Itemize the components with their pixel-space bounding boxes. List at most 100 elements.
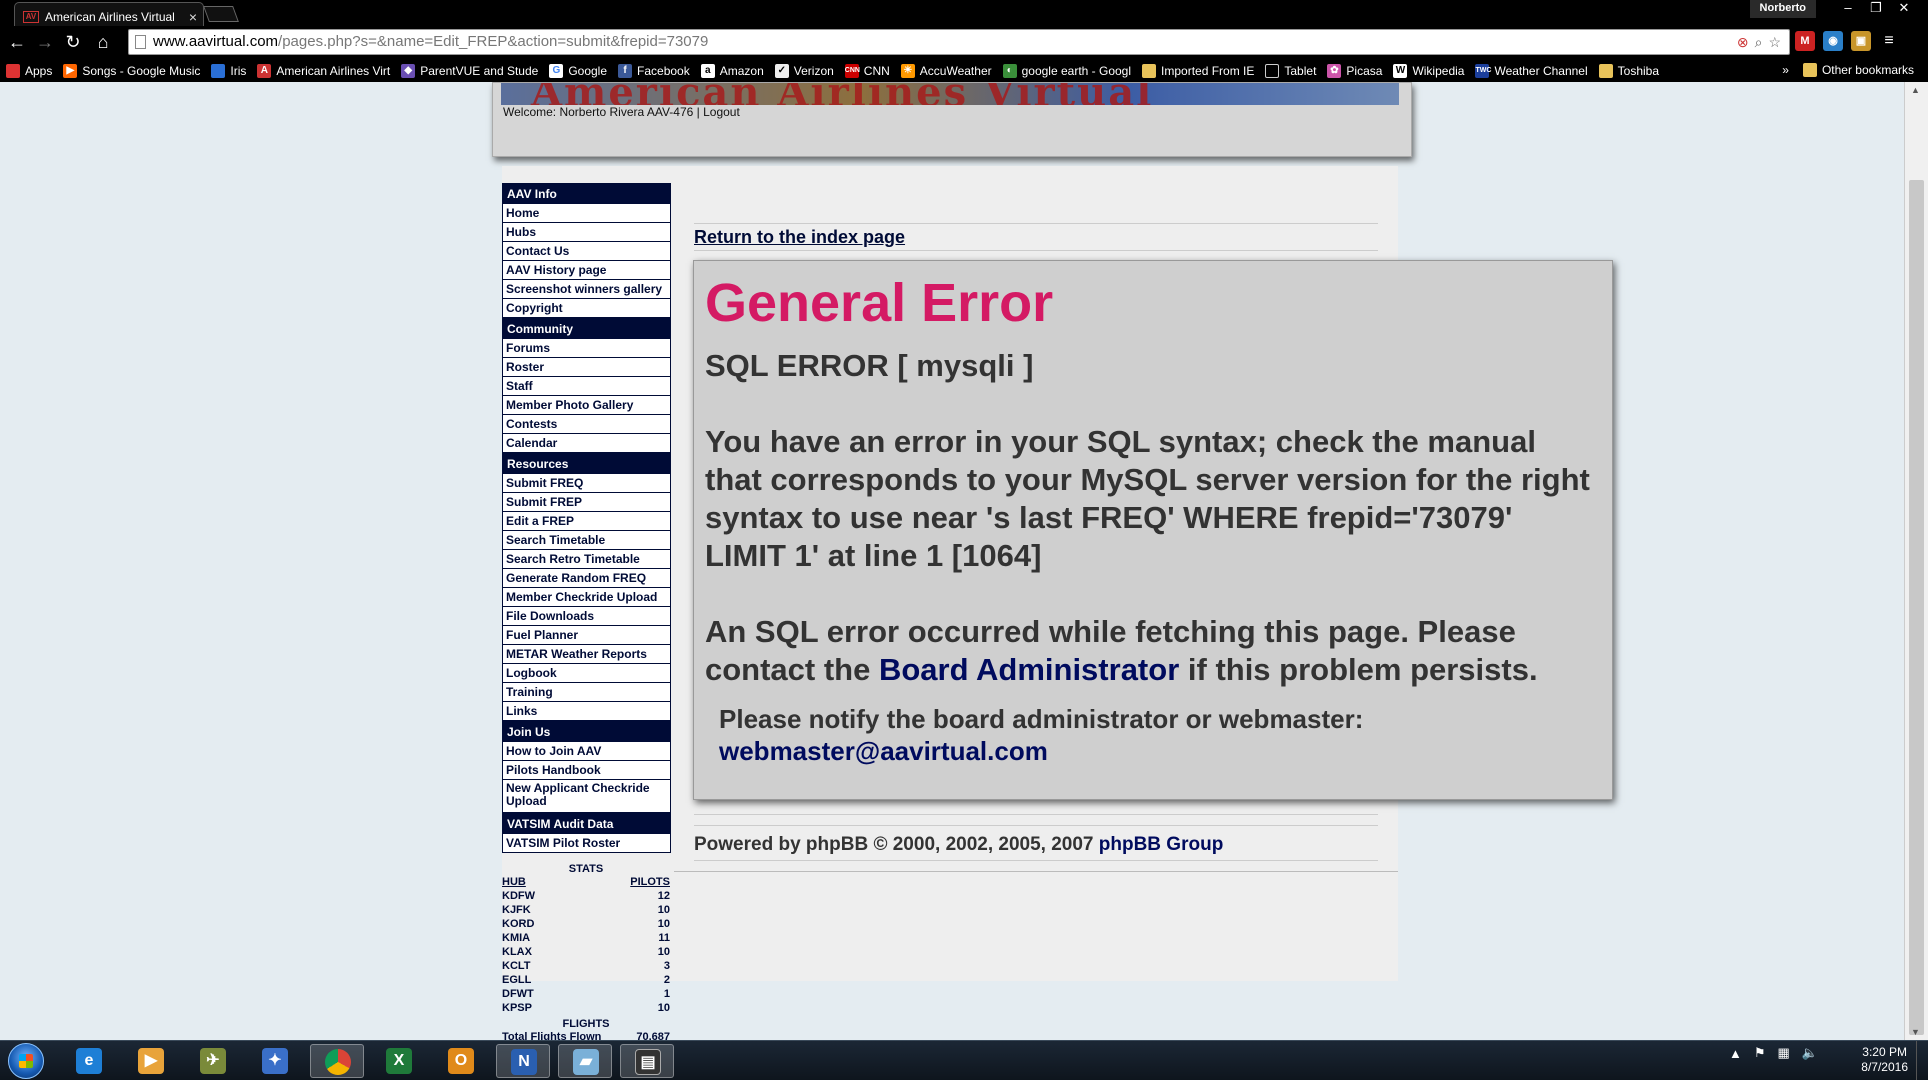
sidebar-item-checkride-upload[interactable]: Member Checkride Upload [502,588,671,607]
network-icon[interactable]: ▦ [1778,1045,1790,1061]
forward-arrow-icon[interactable]: → [34,31,56,53]
sidebar-item-search-timetable[interactable]: Search Timetable [502,531,671,550]
sidebar-item-submit-frep[interactable]: Submit FREP [502,493,671,512]
blocked-popup-icon[interactable]: ⊗ [1737,34,1749,51]
taskbar-excel[interactable]: X [372,1044,426,1078]
tray-expand-icon[interactable]: ▲ [1729,1046,1742,1061]
show-desktop-button[interactable] [1916,1041,1928,1080]
taskbar-onenote[interactable]: N [496,1044,550,1078]
phpbb-group-link[interactable]: phpBB Group [1099,834,1224,855]
return-to-index-link[interactable]: Return to the index page [694,227,905,248]
home-icon[interactable]: ⌂ [92,31,114,53]
sidebar-item-logbook[interactable]: Logbook [502,664,671,683]
bookmark-weather-channel[interactable]: TWC Weather Channel [1475,63,1588,78]
reload-icon[interactable]: ↻ [62,31,84,53]
taskbar-notebook[interactable]: ▰ [558,1044,612,1078]
sidebar-item-vatsim-pilot-roster[interactable]: VATSIM Pilot Roster [502,834,671,853]
bookmark-tablet[interactable]: Tablet [1265,63,1316,78]
bookmark-wikipedia[interactable]: W Wikipedia [1393,63,1464,78]
sidebar-item-search-retro-timetable[interactable]: Search Retro Timetable [502,550,671,569]
scroll-down-icon[interactable]: ▼ [1911,1027,1920,1037]
bookmark-amazon[interactable]: a Amazon [700,63,764,78]
sidebar-item-contests[interactable]: Contests [502,415,671,434]
bookmark-toshiba[interactable]: Toshiba [1598,63,1659,78]
bookmark-iris[interactable]: Iris [211,63,246,78]
restore-icon[interactable]: ❐ [1862,0,1890,18]
sidebar-item-copyright[interactable]: Copyright [502,299,671,318]
extension-icon[interactable]: ◉ [1823,31,1843,51]
back-arrow-icon[interactable]: ← [6,31,28,53]
bookmarks-overflow-chevron-icon[interactable]: » [1782,63,1789,77]
browser-tab[interactable]: AV American Airlines Virtual × [14,2,204,26]
bookmark-picasa[interactable]: ✿ Picasa [1327,63,1382,78]
bookmark-songs[interactable]: ▶ Songs - Google Music [63,63,200,78]
sidebar-item-screenshot-winners[interactable]: Screenshot winners gallery [502,280,671,299]
logout-link[interactable]: Logout [703,105,740,119]
taskbar-star-app[interactable]: ✦ [248,1044,302,1078]
sidebar-item-photo-gallery[interactable]: Member Photo Gallery [502,396,671,415]
bookmark-apps[interactable]: Apps [6,63,52,78]
windows-taskbar: e ▶ ✈ ✦ X O N ▰ ▤ ▲ ⚑ ▦ 🔈 3:20 PM 8/7/20… [0,1040,1928,1080]
bookmark-accuweather[interactable]: ☀ AccuWeather [900,63,992,78]
scrollbar-thumb[interactable] [1909,180,1924,1035]
chrome-icon [325,1049,351,1075]
bookmark-google-earth[interactable]: ◐ google earth - Googl [1002,63,1131,78]
volume-icon[interactable]: 🔈 [1802,1045,1818,1061]
tab-close-icon[interactable]: × [189,9,197,25]
minimize-icon[interactable]: – [1834,0,1862,18]
sidebar-item-new-applicant-checkride[interactable]: New Applicant Checkride Upload [502,780,671,813]
sidebar-item-contact-us[interactable]: Contact Us [502,242,671,261]
sidebar-item-calendar[interactable]: Calendar [502,434,671,453]
taskbar-chrome[interactable] [310,1044,364,1078]
sidebar-item-staff[interactable]: Staff [502,377,671,396]
sidebar-item-forums[interactable]: Forums [502,339,671,358]
stats-hub-header[interactable]: HUB [502,876,526,890]
action-center-flag-icon[interactable]: ⚑ [1754,1045,1766,1061]
bookmark-imported-from-ie[interactable]: Imported From IE [1142,63,1254,78]
close-window-icon[interactable]: ✕ [1890,0,1918,18]
bookmark-verizon[interactable]: ✓ Verizon [774,63,834,78]
chrome-menu-icon[interactable]: ≡ [1879,31,1899,51]
scroll-up-icon[interactable]: ▲ [1911,85,1920,95]
sidebar-item-hubs[interactable]: Hubs [502,223,671,242]
sidebar-item-submit-freq[interactable]: Submit FREQ [502,474,671,493]
sidebar-item-how-to-join[interactable]: How to Join AAV [502,742,671,761]
bookmark-aav[interactable]: A American Airlines Virt [257,63,390,78]
zoom-icon[interactable]: ⌕ [1755,34,1763,51]
sidebar-item-metar[interactable]: METAR Weather Reports [502,645,671,664]
profile-button[interactable]: Norberto [1749,0,1816,18]
vertical-scrollbar[interactable]: ▲ ▼ [1904,82,1928,1040]
sidebar-item-edit-frep[interactable]: Edit a FREP [502,512,671,531]
sidebar-item-file-downloads[interactable]: File Downloads [502,607,671,626]
sidebar-item-pilots-handbook[interactable]: Pilots Handbook [502,761,671,780]
bookmark-google[interactable]: G Google [549,63,607,78]
bookmark-star-icon[interactable]: ☆ [1768,34,1781,51]
taskbar-media-player[interactable]: ▶ [124,1044,178,1078]
taskbar-outlook[interactable]: O [434,1044,488,1078]
board-administrator-link[interactable]: Board Administrator [879,652,1179,687]
stats-pilots-header[interactable]: PILOTS [630,876,670,890]
sidebar-item-home[interactable]: Home [502,204,671,223]
taskbar-clock[interactable]: 3:20 PM 8/7/2016 [1861,1045,1908,1075]
sidebar-item-training[interactable]: Training [502,683,671,702]
gmail-extension-icon[interactable]: M [1795,31,1815,51]
extension-icon[interactable]: ▣ [1851,31,1871,51]
bookmark-cnn[interactable]: CNN CNN [844,63,890,78]
address-bar[interactable]: www.aavirtual.com/pages.php?s=&name=Edit… [128,29,1790,55]
sidebar-item-links[interactable]: Links [502,702,671,721]
stats-row: DFWT 1 [502,988,670,1000]
taskbar-flight-sim[interactable]: ✈ [186,1044,240,1078]
bookmark-parentvue[interactable]: ◆ ParentVUE and Stude [401,63,538,78]
other-bookmarks[interactable]: Other bookmarks [1802,63,1914,77]
new-tab-button[interactable] [203,6,239,22]
sidebar-item-history[interactable]: AAV History page [502,261,671,280]
sidebar-item-generate-random-freq[interactable]: Generate Random FREQ [502,569,671,588]
taskbar-internet-explorer[interactable]: e [62,1044,116,1078]
sidebar-item-roster[interactable]: Roster [502,358,671,377]
sidebar-item-fuel-planner[interactable]: Fuel Planner [502,626,671,645]
webmaster-email-link[interactable]: webmaster@aavirtual.com [719,736,1048,766]
bookmark-facebook[interactable]: f Facebook [618,63,690,78]
stats-row: Total Flights Flown 70,687 [502,1031,670,1040]
start-button[interactable] [8,1043,44,1079]
taskbar-terminal[interactable]: ▤ [620,1044,674,1078]
